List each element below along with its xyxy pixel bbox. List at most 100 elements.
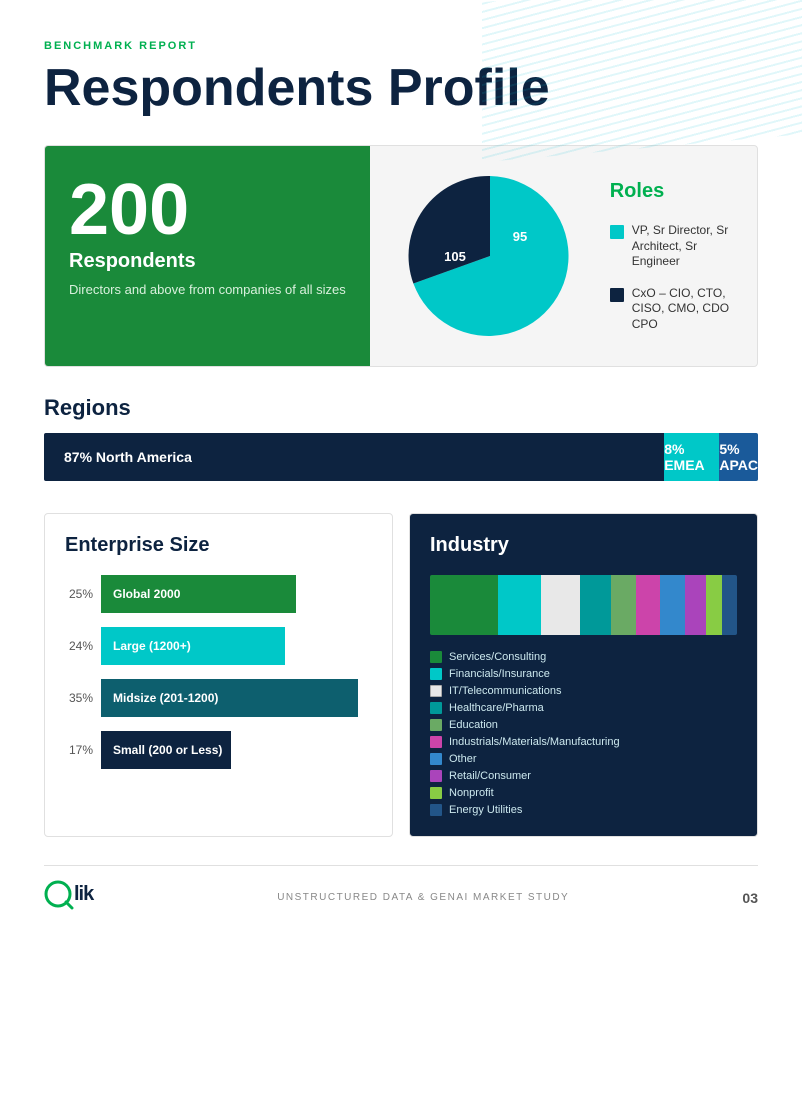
bar-row-4: 17% Small (200 or Less) <box>65 731 372 769</box>
ind-legend-text-1: Services/Consulting <box>449 651 546 663</box>
region-apac-label: 5% APAC <box>719 441 758 473</box>
ind-legend-color-9 <box>430 787 442 799</box>
region-emea-label: 8% EMEA <box>664 441 719 473</box>
benchmark-label: BENCHMARK REPORT <box>44 40 758 52</box>
chart-section: 105 95 Roles VP, Sr Director, Sr Archite… <box>370 146 757 366</box>
page-title: Respondents Profile <box>44 60 758 117</box>
stack-seg-5 <box>611 575 636 635</box>
qlik-logo: lik <box>44 878 104 917</box>
industry-stack <box>430 575 737 635</box>
legend-item-2: CxO – CIO, CTO, CISO, CMO, CDO CPO <box>610 286 737 333</box>
footer-brand: lik <box>44 878 104 917</box>
industry-panel-title: Industry <box>430 534 737 557</box>
stack-seg-4 <box>580 575 611 635</box>
region-north-america: 87% North America <box>44 433 664 481</box>
bar-fill-2: Large (1200+) <box>101 627 285 665</box>
stack-seg-10 <box>722 575 737 635</box>
ind-legend-text-7: Other <box>449 753 477 765</box>
bar-pct-1: 25% <box>65 587 93 601</box>
svg-text:95: 95 <box>513 229 527 244</box>
ind-legend-text-10: Energy Utilities <box>449 804 522 816</box>
bar-row-1: 25% Global 2000 <box>65 575 372 613</box>
ind-legend-item-3: IT/Telecommunications <box>430 685 737 697</box>
bar-pct-2: 24% <box>65 639 93 653</box>
region-north-america-label: 87% North America <box>64 449 192 465</box>
ind-legend-item-8: Retail/Consumer <box>430 770 737 782</box>
footer-page-number: 03 <box>742 890 758 906</box>
ind-legend-color-10 <box>430 804 442 816</box>
ind-legend-color-8 <box>430 770 442 782</box>
legend-color-2 <box>610 288 624 302</box>
ind-legend-item-4: Healthcare/Pharma <box>430 702 737 714</box>
bar-label-1: Global 2000 <box>113 587 180 601</box>
enterprise-panel-title: Enterprise Size <box>65 534 372 557</box>
ind-legend-text-6: Industrials/Materials/Manufacturing <box>449 736 620 748</box>
regions-bar: 87% North America 8% EMEA 5% APAC <box>44 433 758 481</box>
respondents-number: 200 <box>69 174 346 246</box>
industry-legend: Services/Consulting Financials/Insurance… <box>430 651 737 816</box>
ind-legend-color-4 <box>430 702 442 714</box>
respondents-desc: Directors and above from companies of al… <box>69 281 346 299</box>
ind-legend-text-2: Financials/Insurance <box>449 668 550 680</box>
ind-legend-color-7 <box>430 753 442 765</box>
bar-fill-3: Midsize (201-1200) <box>101 679 358 717</box>
ind-legend-item-9: Nonprofit <box>430 787 737 799</box>
legend-color-1 <box>610 225 624 239</box>
stack-seg-1 <box>430 575 498 635</box>
ind-legend-text-9: Nonprofit <box>449 787 494 799</box>
top-section: 200 Respondents Directors and above from… <box>44 145 758 367</box>
svg-text:lik: lik <box>74 883 95 905</box>
stack-seg-8 <box>685 575 706 635</box>
legend-text-2: CxO – CIO, CTO, CISO, CMO, CDO CPO <box>632 286 737 333</box>
ind-legend-item-1: Services/Consulting <box>430 651 737 663</box>
stack-seg-3 <box>541 575 581 635</box>
enterprise-panel: Enterprise Size 25% Global 2000 24% Larg… <box>44 513 393 837</box>
ind-legend-color-3 <box>430 685 442 697</box>
bar-pct-3: 35% <box>65 691 93 705</box>
ind-legend-text-3: IT/Telecommunications <box>449 685 562 697</box>
ind-legend-text-8: Retail/Consumer <box>449 770 531 782</box>
bar-track-4: Small (200 or Less) <box>101 731 372 769</box>
region-apac: 5% APAC <box>719 433 758 481</box>
respondents-box: 200 Respondents Directors and above from… <box>45 146 370 366</box>
pie-chart: 105 95 <box>400 166 580 346</box>
bar-fill-4: Small (200 or Less) <box>101 731 231 769</box>
bar-label-4: Small (200 or Less) <box>113 743 222 757</box>
stack-seg-9 <box>706 575 721 635</box>
ind-legend-item-5: Education <box>430 719 737 731</box>
footer: lik UNSTRUCTURED DATA & GENAI MARKET STU… <box>44 865 758 917</box>
ind-legend-item-10: Energy Utilities <box>430 804 737 816</box>
ind-legend-color-5 <box>430 719 442 731</box>
page: BENCHMARK REPORT Respondents Profile 200… <box>0 0 802 1117</box>
stack-seg-6 <box>636 575 661 635</box>
ind-legend-item-2: Financials/Insurance <box>430 668 737 680</box>
ind-legend-text-5: Education <box>449 719 498 731</box>
bar-label-2: Large (1200+) <box>113 639 191 653</box>
region-emea: 8% EMEA <box>664 433 719 481</box>
bar-fill-1: Global 2000 <box>101 575 296 613</box>
footer-study-text: UNSTRUCTURED DATA & GENAI MARKET STUDY <box>277 892 569 903</box>
respondents-title: Respondents <box>69 250 346 273</box>
roles-title: Roles <box>610 180 737 203</box>
legend-text-1: VP, Sr Director, Sr Architect, Sr Engine… <box>632 223 737 270</box>
ind-legend-text-4: Healthcare/Pharma <box>449 702 544 714</box>
bar-row-3: 35% Midsize (201-1200) <box>65 679 372 717</box>
regions-title: Regions <box>44 395 758 421</box>
bar-pct-4: 17% <box>65 743 93 757</box>
bar-row-2: 24% Large (1200+) <box>65 627 372 665</box>
ind-legend-color-6 <box>430 736 442 748</box>
industry-panel: Industry Services/Consulting <box>409 513 758 837</box>
bar-track-3: Midsize (201-1200) <box>101 679 372 717</box>
ind-legend-item-7: Other <box>430 753 737 765</box>
svg-text:105: 105 <box>444 249 466 264</box>
roles-legend: Roles VP, Sr Director, Sr Architect, Sr … <box>610 180 737 333</box>
ind-legend-color-2 <box>430 668 442 680</box>
bar-track-1: Global 2000 <box>101 575 372 613</box>
ind-legend-item-6: Industrials/Materials/Manufacturing <box>430 736 737 748</box>
stack-seg-7 <box>660 575 685 635</box>
stack-seg-2 <box>498 575 541 635</box>
ind-legend-color-1 <box>430 651 442 663</box>
legend-item-1: VP, Sr Director, Sr Architect, Sr Engine… <box>610 223 737 270</box>
bar-label-3: Midsize (201-1200) <box>113 691 218 705</box>
bottom-panels: Enterprise Size 25% Global 2000 24% Larg… <box>44 513 758 837</box>
